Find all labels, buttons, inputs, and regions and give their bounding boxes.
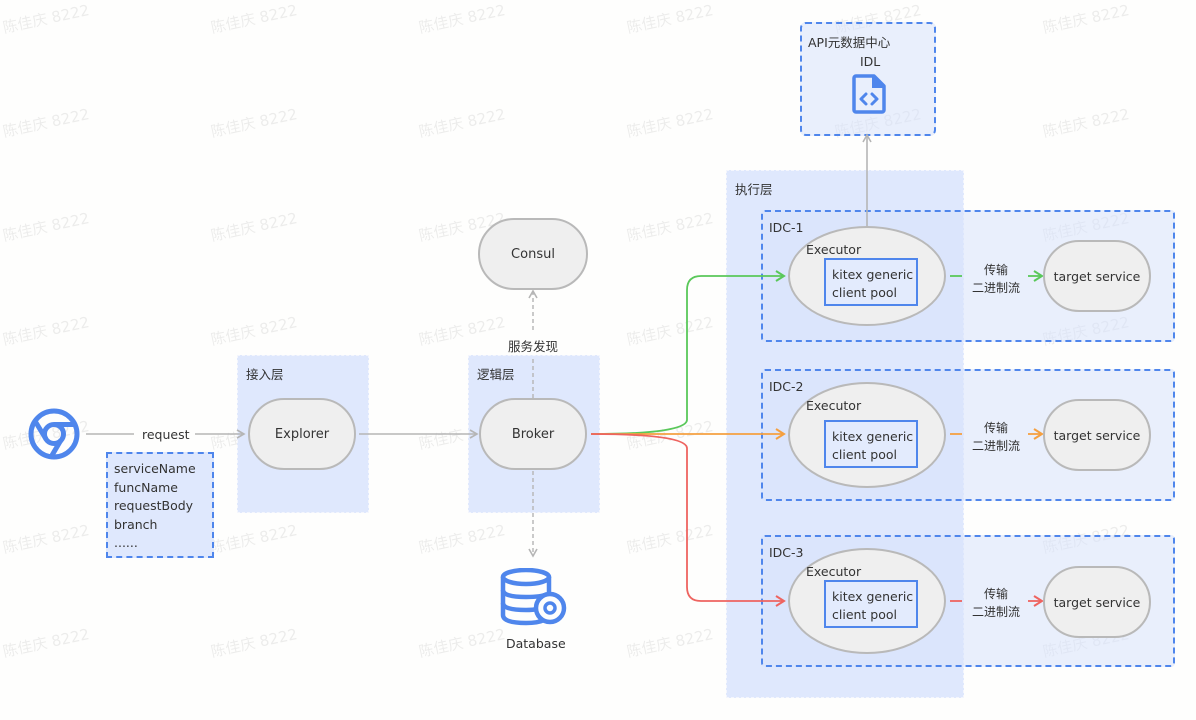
- transfer-label-1: 传输 二进制流: [966, 261, 1026, 297]
- client-pool-box: kitex generic client pool: [824, 420, 918, 468]
- consul-node[interactable]: Consul: [478, 218, 588, 290]
- param-item: funcName: [114, 479, 178, 495]
- service-discovery-label: 服务发现: [508, 339, 559, 354]
- transfer-line: 二进制流: [971, 605, 1020, 619]
- transfer-label-2: 传输 二进制流: [966, 419, 1026, 455]
- transfer-line: 传输: [983, 421, 1008, 435]
- param-item: ......: [114, 535, 138, 550]
- client-pool-box: kitex generic client pool: [824, 258, 918, 306]
- route-idc1: [590, 270, 786, 435]
- chrome-browser-icon: [27, 407, 81, 465]
- executor-title: Executor: [806, 564, 862, 579]
- target-service-node-1[interactable]: target service: [1043, 240, 1151, 312]
- database-label: Database: [506, 636, 566, 651]
- transfer-line: 传输: [983, 587, 1008, 601]
- executor-node-3[interactable]: Executor kitex generic client pool: [788, 548, 946, 654]
- executor-node-1[interactable]: Executor kitex generic client pool: [788, 226, 946, 326]
- target-service-node-2[interactable]: target service: [1043, 399, 1151, 471]
- executor-title: Executor: [806, 398, 862, 413]
- broker-node[interactable]: Broker: [479, 398, 587, 470]
- request-params-box: serviceName funcName requestBody branch …: [106, 452, 214, 558]
- param-item: branch: [114, 516, 158, 532]
- transfer-line: 二进制流: [971, 281, 1020, 295]
- param-item: serviceName: [114, 461, 196, 476]
- request-label: request: [142, 427, 190, 442]
- route-idc3: [590, 433, 786, 607]
- database-gear-icon: [500, 567, 570, 630]
- target-service-node-3[interactable]: target service: [1043, 566, 1151, 638]
- client-pool-box: kitex generic client pool: [824, 580, 918, 628]
- executor-node-2[interactable]: Executor kitex generic client pool: [788, 382, 946, 488]
- transfer-line: 二进制流: [971, 439, 1020, 453]
- explorer-node[interactable]: Explorer: [248, 398, 356, 470]
- param-item: requestBody: [114, 498, 194, 513]
- transfer-line: 传输: [983, 263, 1008, 277]
- executor-title: Executor: [806, 242, 862, 257]
- transfer-label-3: 传输 二进制流: [966, 585, 1026, 621]
